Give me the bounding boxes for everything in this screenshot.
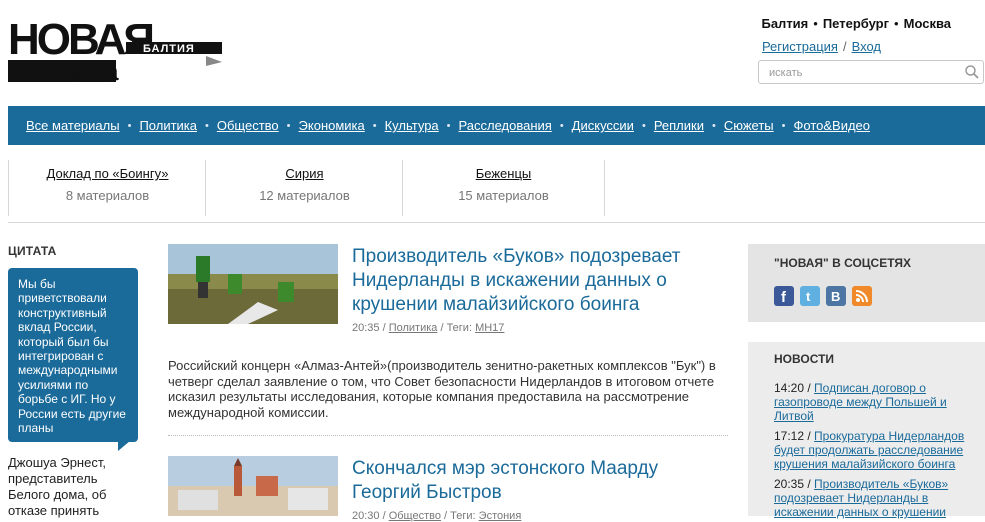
logo-graphic: НОВАЯ БАЛТИЯ газета bbox=[8, 15, 222, 86]
nav-link[interactable]: Фото&Видео bbox=[794, 118, 871, 133]
news-heading: НОВОСТИ bbox=[774, 352, 835, 366]
topic-title[interactable]: Беженцы bbox=[403, 166, 604, 181]
quote-text[interactable]: Мы бы приветствовали конструктивный вкла… bbox=[8, 268, 138, 442]
article-tags-label: Теги: bbox=[450, 510, 476, 522]
nav-item-discussions[interactable]: • Дискуссии bbox=[552, 118, 634, 133]
main-nav: Все материалы • Политика • Общество • Эконо… bbox=[8, 106, 985, 145]
twitter-icon[interactable]: t bbox=[800, 286, 820, 306]
search-icon[interactable] bbox=[964, 64, 980, 80]
nav-item-photo-video[interactable]: • Фото&Видео bbox=[774, 118, 870, 133]
login-link[interactable]: Вход bbox=[852, 39, 881, 54]
vkontakte-icon[interactable]: В bbox=[826, 286, 846, 306]
site-logo[interactable]: НОВАЯ БАЛТИЯ газета bbox=[8, 14, 223, 86]
sidebar-spacer bbox=[748, 322, 985, 342]
quote-bubble-tail bbox=[118, 441, 130, 451]
news-item: 20:35 / Производитель «Буков» подозревае… bbox=[774, 477, 949, 519]
topic-syria[interactable]: Сирия 12 материалов bbox=[205, 160, 403, 216]
facebook-icon[interactable]: f bbox=[774, 286, 794, 306]
social-icons: f t В bbox=[774, 286, 872, 306]
maardu-photo bbox=[168, 456, 338, 516]
topic-count: 12 материалов bbox=[259, 188, 350, 203]
topics-bar: Доклад по «Боингу» 8 материалов Сирия 12… bbox=[8, 160, 985, 223]
search-box bbox=[758, 60, 984, 84]
article-lead: Российский концерн «Алмаз-Антей»(произво… bbox=[168, 358, 716, 420]
svg-text:t: t bbox=[806, 289, 811, 304]
nav-link[interactable]: Сюжеты bbox=[724, 118, 774, 133]
logo-badge: БАЛТИЯ bbox=[143, 43, 195, 55]
quote-heading: ЦИТАТА bbox=[8, 244, 57, 258]
topic-title[interactable]: Доклад по «Боингу» bbox=[9, 166, 206, 181]
city-petersburg[interactable]: Петербург bbox=[823, 16, 889, 31]
article-time: 20:35 bbox=[352, 322, 380, 334]
article-meta: 20:35 / Политика / Теги: МН17 bbox=[352, 322, 505, 334]
city-baltia[interactable]: Балтия bbox=[761, 16, 808, 31]
article-title[interactable]: Скончался мэр эстонского Маарду Георгий … bbox=[352, 457, 692, 505]
news-time: 17:12 bbox=[774, 429, 805, 443]
nav-link[interactable]: Культура bbox=[385, 118, 439, 133]
register-link[interactable]: Регистрация bbox=[762, 39, 838, 54]
nav-item-culture[interactable]: • Культура bbox=[365, 118, 439, 133]
article-meta: 20:30 / Общество / Теги: Эстония bbox=[352, 510, 522, 522]
article-tags-label: Теги: bbox=[446, 322, 473, 334]
topic-count: 15 материалов bbox=[458, 188, 549, 203]
svg-text:f: f bbox=[781, 289, 787, 306]
social-block: "НОВАЯ" В СОЦСЕТЯХ f t В bbox=[748, 244, 985, 322]
social-heading: "НОВАЯ" В СОЦСЕТЯХ bbox=[774, 256, 912, 270]
topic-boeing[interactable]: Доклад по «Боингу» 8 материалов bbox=[8, 160, 206, 216]
topic-refugees[interactable]: Беженцы 15 материалов bbox=[402, 160, 605, 216]
nav-link[interactable]: Экономика bbox=[299, 118, 365, 133]
nav-link[interactable]: Все материалы bbox=[26, 118, 120, 133]
right-sidebar: "НОВАЯ" В СОЦСЕТЯХ f t В НОВОСТИ 14:20 /… bbox=[748, 244, 985, 519]
nav-link[interactable]: Расследования bbox=[459, 118, 552, 133]
auth-links: Регистрация / Вход bbox=[761, 39, 881, 54]
article-divider bbox=[168, 435, 728, 436]
nav-item-stories[interactable]: • Сюжеты bbox=[704, 118, 774, 133]
search-input[interactable] bbox=[767, 62, 961, 84]
nav-item-all[interactable]: Все материалы bbox=[26, 118, 120, 133]
nav-item-investigations[interactable]: • Расследования bbox=[439, 118, 552, 133]
news-time: 14:20 bbox=[774, 381, 805, 395]
svg-text:В: В bbox=[831, 289, 840, 304]
article-section[interactable]: Политика bbox=[389, 322, 438, 334]
logo-line2: газета bbox=[44, 56, 119, 86]
nav-item-politics[interactable]: • Политика bbox=[120, 118, 197, 133]
article-image[interactable] bbox=[168, 456, 338, 516]
article-tag[interactable]: Эстония bbox=[479, 510, 522, 522]
city-moscow[interactable]: Москва bbox=[904, 16, 951, 31]
crash-site-photo bbox=[168, 244, 338, 324]
topic-title[interactable]: Сирия bbox=[206, 166, 403, 181]
nav-item-replies[interactable]: • Реплики bbox=[634, 118, 704, 133]
nav-item-society[interactable]: • Общество bbox=[197, 118, 279, 133]
article-section[interactable]: Общество bbox=[389, 510, 441, 522]
nav-link[interactable]: Дискуссии bbox=[572, 118, 634, 133]
news-item: 14:20 / Подписан договор о газопроводе м… bbox=[774, 381, 947, 423]
article-image[interactable] bbox=[168, 244, 338, 324]
news-time: 20:35 bbox=[774, 477, 805, 491]
city-switcher: Балтия • Петербург • Москва bbox=[761, 16, 951, 31]
topic-count: 8 материалов bbox=[65, 188, 150, 203]
rss-icon[interactable] bbox=[852, 286, 872, 306]
quote-author: Джошуа Эрнест, представитель Белого дома… bbox=[8, 455, 107, 518]
nav-link[interactable]: Реплики bbox=[654, 118, 704, 133]
news-item: 17:12 / Прокуратура Нидерландов будет пр… bbox=[774, 429, 965, 471]
article-title[interactable]: Производитель «Буков» подозревает Нидерл… bbox=[352, 245, 732, 317]
article-time: 20:30 bbox=[352, 510, 380, 522]
nav-link[interactable]: Политика bbox=[139, 118, 197, 133]
nav-link[interactable]: Общество bbox=[217, 118, 279, 133]
article-tag[interactable]: МН17 bbox=[475, 322, 504, 334]
nav-item-economy[interactable]: • Экономика bbox=[279, 118, 365, 133]
